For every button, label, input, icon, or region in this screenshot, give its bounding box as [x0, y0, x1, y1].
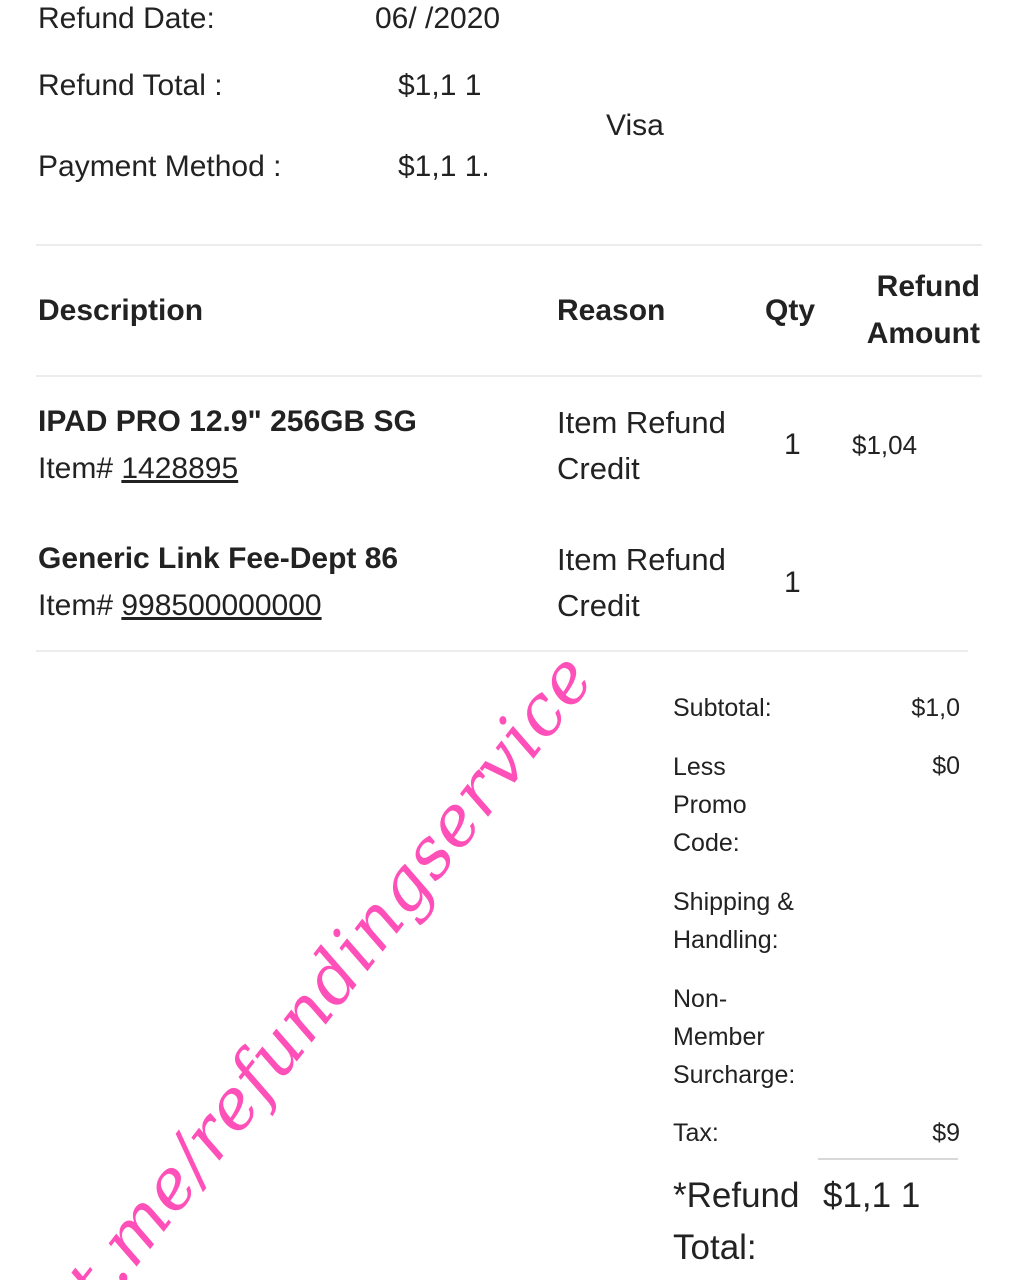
row-reason-line1: Item Refund	[557, 542, 726, 577]
header-refund-amount-line2: Amount	[866, 317, 980, 350]
tax-value: $9	[932, 1119, 960, 1147]
row-qty: 1	[784, 566, 801, 599]
row-item-line: Item# 1428895	[38, 452, 238, 486]
divider	[36, 244, 982, 246]
subtotal-value: $1,0	[911, 694, 960, 722]
payment-method-label: Payment Method :	[38, 150, 282, 183]
item-prefix: Item#	[38, 452, 114, 485]
item-number-link[interactable]: 998500000000	[121, 589, 321, 622]
item-number-link[interactable]: 1428895	[121, 452, 238, 485]
refund-total-label-2: Total:	[673, 1228, 757, 1267]
row-reason-line1: Item Refund	[557, 405, 726, 440]
refund-total-value: $1,1 1	[398, 69, 482, 102]
subtotal-label: Subtotal:	[673, 694, 772, 722]
refund-date-value: 06/ /2020	[375, 2, 501, 35]
refund-total-label-1: *Refund	[673, 1176, 800, 1215]
totals-divider	[818, 1158, 958, 1160]
item-prefix: Item#	[38, 589, 114, 622]
row-item-line: Item# 998500000000	[38, 589, 322, 623]
surcharge-label-1: Non-	[673, 985, 728, 1013]
tax-label: Tax:	[673, 1119, 719, 1147]
payment-method-type: Visa	[606, 109, 664, 142]
refund-total-amount: $1,1 1	[823, 1176, 921, 1215]
row-qty: 1	[784, 428, 801, 461]
promo-label-1: Less	[673, 753, 726, 781]
divider	[36, 650, 968, 652]
row-reason-line2: Credit	[557, 588, 640, 623]
watermark-text: t.me/refundingservice	[50, 637, 610, 1280]
surcharge-label-2: Member	[673, 1023, 765, 1051]
promo-label-2: Promo	[673, 791, 747, 819]
divider	[36, 375, 982, 377]
row-reason-line2: Credit	[557, 451, 640, 486]
row-title: Generic Link Fee-Dept 86	[38, 542, 399, 575]
surcharge-label-3: Surcharge:	[673, 1061, 796, 1089]
row-amount: $1,04	[852, 430, 918, 460]
promo-label-3: Code:	[673, 829, 740, 857]
promo-value: $0	[932, 752, 960, 780]
shipping-label-2: Handling:	[673, 926, 779, 954]
refund-date-label: Refund Date:	[38, 2, 215, 35]
refund-total-label: Refund Total :	[38, 69, 223, 102]
header-description: Description	[38, 294, 204, 327]
header-qty: Qty	[765, 294, 816, 327]
payment-method-value: $1,1 1.	[398, 150, 490, 183]
header-reason: Reason	[557, 294, 666, 327]
header-refund-amount-line1: Refund	[876, 270, 980, 303]
row-title: IPAD PRO 12.9" 256GB SG	[38, 405, 417, 438]
shipping-label-1: Shipping &	[673, 888, 794, 916]
